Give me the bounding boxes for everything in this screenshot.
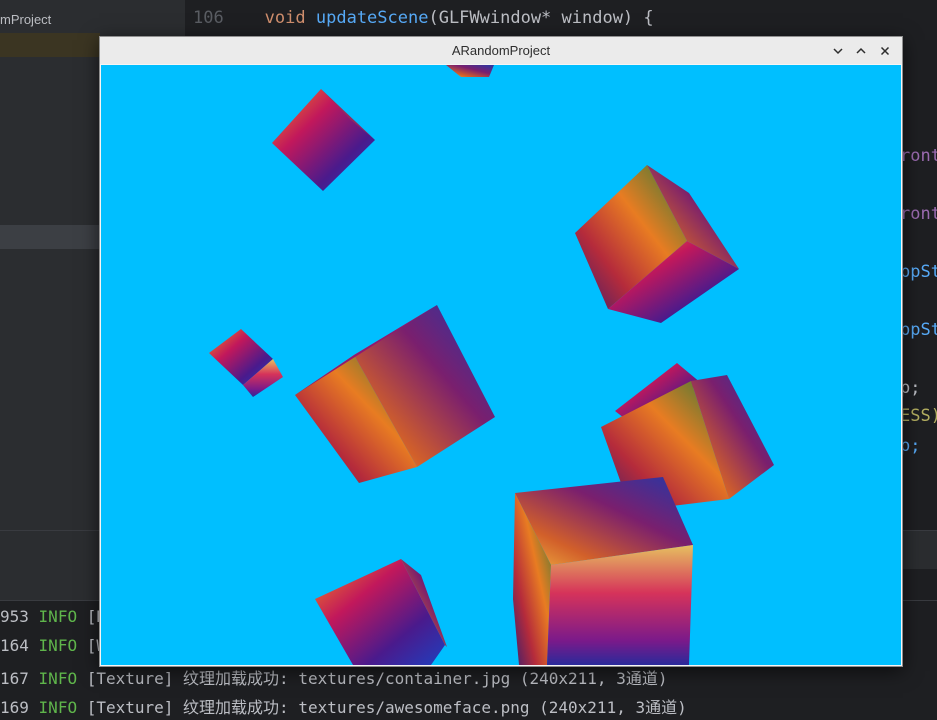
code-fragment: ront: [900, 204, 937, 224]
highlighted-row[interactable]: [0, 33, 100, 57]
console-line: 953 INFO [N: [0, 607, 106, 626]
log-level: INFO: [38, 698, 78, 717]
cube: [209, 329, 283, 397]
log-prefix: 953: [0, 607, 29, 626]
project-name[interactable]: mProject: [0, 12, 51, 27]
opengl-viewport[interactable]: [101, 65, 901, 665]
code-function: updateScene: [315, 8, 429, 28]
log-prefix: 164: [0, 636, 29, 655]
app-window[interactable]: ARandomProject: [99, 36, 903, 667]
log-prefix: 167: [0, 669, 29, 688]
console-line: 167 INFO [Texture] 纹理加载成功: textures/cont…: [0, 665, 667, 689]
log-level: INFO: [38, 669, 78, 688]
console-line: 169 INFO [Texture] 纹理加载成功: textures/awes…: [0, 694, 687, 718]
window-titlebar[interactable]: ARandomProject: [100, 37, 902, 64]
code-fragment: ppSt: [900, 320, 937, 340]
code-fragment: ppSt: [900, 262, 937, 282]
log-level: INFO: [38, 607, 78, 626]
minimize-button[interactable]: [828, 41, 848, 61]
cube: [272, 89, 375, 191]
code-fragment: ront: [900, 146, 937, 166]
log-text: [Texture] 纹理加载成功: textures/container.jpg…: [86, 669, 668, 688]
chevron-down-icon: [833, 48, 843, 55]
window-title: ARandomProject: [451, 43, 551, 58]
line-number: 106: [193, 8, 224, 28]
maximize-button[interactable]: [851, 41, 871, 61]
cube: [315, 559, 447, 665]
selected-row[interactable]: [0, 225, 100, 249]
code-line: 106 void updateScene(GLFWwindow* window)…: [193, 8, 654, 28]
code-fragment: p;: [900, 378, 921, 398]
close-icon: [880, 46, 890, 56]
cube: [575, 165, 739, 323]
log-level: INFO: [38, 636, 78, 655]
cube: [513, 477, 693, 665]
cube: [295, 305, 495, 483]
log-prefix: 169: [0, 698, 29, 717]
console-line: 164 INFO [W: [0, 636, 106, 655]
scene-render: [209, 65, 774, 665]
cube: [446, 65, 494, 77]
code-keyword: void: [264, 8, 306, 28]
code-fragment: ESS): [900, 406, 937, 426]
code-fragment: p;: [900, 436, 921, 456]
chevron-up-icon: [856, 47, 866, 54]
code-rest: (GLFWwindow* window) {: [428, 8, 654, 28]
log-text: [Texture] 纹理加载成功: textures/awesomeface.p…: [86, 698, 687, 717]
close-button[interactable]: [875, 41, 895, 61]
